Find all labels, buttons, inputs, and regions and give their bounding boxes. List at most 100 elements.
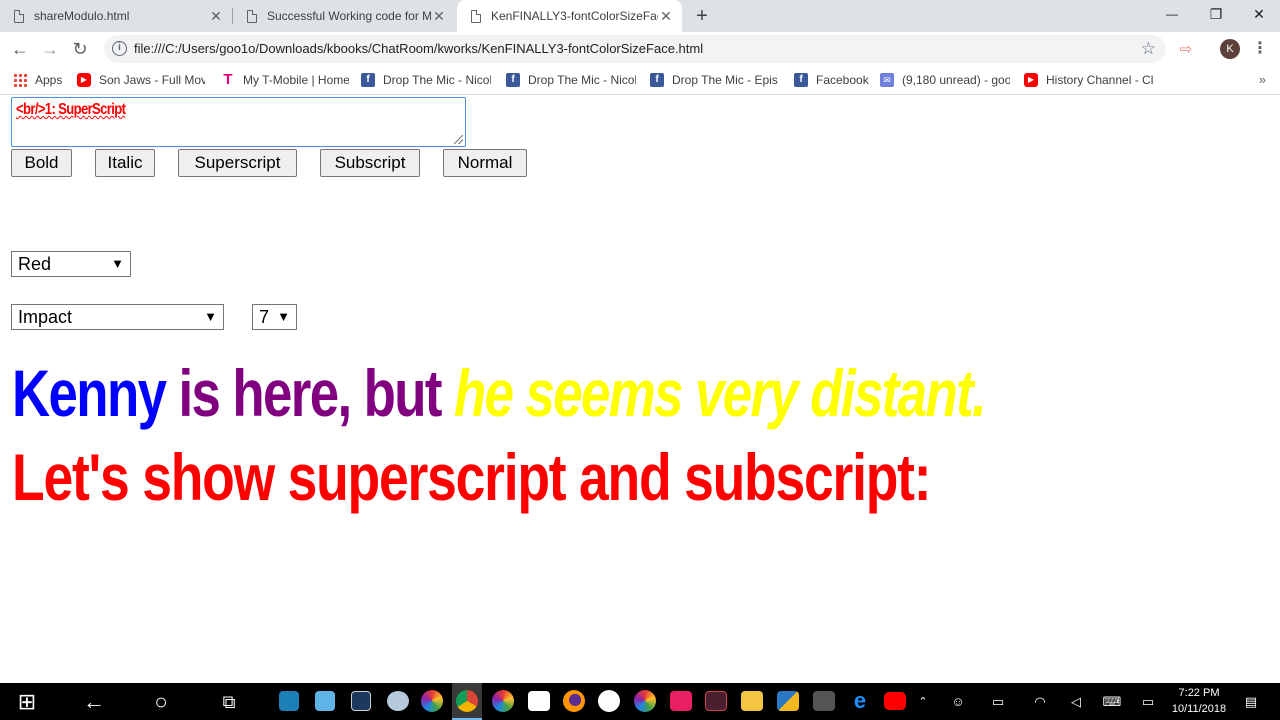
address-bar[interactable]: i file:///C:/Users/goo1o/Downloads/kbook… xyxy=(104,35,1166,63)
bookmark-drop-the-mic-3[interactable]: f Drop The Mic - Episo xyxy=(650,70,778,90)
app-icon[interactable] xyxy=(598,690,620,712)
preview-blue-text: Kenny xyxy=(12,356,167,430)
tab-successful-working-code[interactable]: Successful Working code for Med ✕ xyxy=(233,0,455,32)
dropdown-arrow-icon: ▼ xyxy=(277,309,290,324)
bookmarks-bar: Apps ▶ Son Jaws - Full Movie T My T-Mobi… xyxy=(0,65,1280,95)
chrome-icon[interactable] xyxy=(456,690,478,712)
people-icon[interactable]: ☺ xyxy=(948,687,968,717)
editor-text[interactable]: <br/>1: SuperScript xyxy=(16,101,126,119)
task-view-button[interactable]: ⧉ xyxy=(214,687,244,717)
more-bookmarks-icon[interactable]: » xyxy=(1259,70,1266,90)
bookmark-label: Facebook xyxy=(816,73,869,87)
back-button[interactable]: ← xyxy=(7,36,33,62)
superscript-button[interactable]: Superscript xyxy=(178,149,297,177)
bookmark-facebook[interactable]: f Facebook xyxy=(794,70,870,90)
bookmark-son-jaws[interactable]: ▶ Son Jaws - Full Movie xyxy=(77,70,205,90)
display-icon[interactable]: ▭ xyxy=(1138,687,1158,717)
document-icon xyxy=(247,9,257,23)
paint-icon[interactable] xyxy=(387,691,409,711)
new-tab-button[interactable]: + xyxy=(691,4,713,28)
app-icon[interactable] xyxy=(705,691,727,711)
start-button[interactable]: ⊞ xyxy=(12,687,42,717)
tab-strip: shareModulo.html ✕ Successful Working co… xyxy=(0,0,1280,32)
bookmark-history-channel[interactable]: ▶ History Channel - Cla xyxy=(1024,70,1154,90)
wifi-icon[interactable]: ◠ xyxy=(1030,687,1050,717)
preview-line-1: Kenny is here, but he seems very distant… xyxy=(12,356,987,430)
bookmark-label: My T-Mobile | Home xyxy=(243,73,349,87)
volume-icon[interactable]: ◁ xyxy=(1066,687,1086,717)
clock-date: 10/11/2018 xyxy=(1171,703,1227,715)
browser-toolbar: ← → ↻ i file:///C:/Users/goo1o/Downloads… xyxy=(0,32,1280,65)
close-icon[interactable]: ✕ xyxy=(658,8,674,25)
clock[interactable]: 7:22 PM 10/11/2018 xyxy=(1167,685,1231,717)
menu-icon[interactable]: ⋮ xyxy=(1252,38,1268,60)
color-select[interactable]: Red ▼ xyxy=(11,251,131,277)
tab-sharemodulo[interactable]: shareModulo.html ✕ xyxy=(0,0,232,32)
file-explorer-icon[interactable] xyxy=(741,691,763,711)
photos-icon[interactable] xyxy=(634,690,656,712)
bookmark-label: Drop The Mic - Nicol xyxy=(528,73,636,87)
bookmark-tmobile[interactable]: T My T-Mobile | Home xyxy=(221,70,349,90)
italic-button[interactable]: Italic xyxy=(95,149,155,177)
url-text[interactable]: file:///C:/Users/goo1o/Downloads/kbooks/… xyxy=(134,35,703,63)
bookmark-label: Drop The Mic - Nicol xyxy=(383,73,491,87)
tab-kenfinally3[interactable]: KenFINALLY3-fontColorSizeFace.h ✕ xyxy=(457,0,682,32)
taskbar: ⊞ ← ○ ⧉ e ⌃ ☺ ▭ ◠ ◁ ⌨ ▭ 7:22 PM 10/11/20… xyxy=(0,683,1280,720)
screen: shareModulo.html ✕ Successful Working co… xyxy=(0,0,1280,720)
taskbar-back-button[interactable]: ← xyxy=(79,687,109,717)
avatar[interactable]: K xyxy=(1220,39,1240,59)
app-icon[interactable] xyxy=(279,691,299,711)
action-center-icon[interactable]: ▤ xyxy=(1240,687,1262,717)
restore-button[interactable]: ❐ xyxy=(1194,0,1238,28)
keyboard-icon[interactable]: ⌨ xyxy=(1099,687,1125,717)
clock-time: 7:22 PM xyxy=(1178,687,1220,699)
bookmark-apps[interactable]: Apps xyxy=(13,70,73,90)
app-icon[interactable] xyxy=(777,691,799,711)
photos-icon[interactable] xyxy=(421,690,443,712)
app-icon[interactable] xyxy=(670,691,692,711)
tmobile-icon: T xyxy=(223,71,233,88)
dropdown-arrow-icon: ▼ xyxy=(204,309,217,324)
resize-handle-icon[interactable] xyxy=(454,135,463,144)
youtube-icon[interactable] xyxy=(884,692,906,710)
bookmark-drop-the-mic-2[interactable]: f Drop The Mic - Nicol xyxy=(506,70,636,90)
editor-textarea[interactable]: <br/>1: SuperScript xyxy=(11,97,466,147)
bookmark-label: History Channel - Cla xyxy=(1046,73,1154,87)
info-icon[interactable]: i xyxy=(112,41,127,56)
video-editor-icon[interactable] xyxy=(813,691,835,711)
close-icon[interactable]: ✕ xyxy=(208,8,224,25)
youtube-icon: ▶ xyxy=(77,73,91,87)
show-hidden-icons-icon[interactable]: ⌃ xyxy=(916,687,930,717)
tab-title: shareModulo.html xyxy=(34,9,130,23)
close-window-button[interactable]: ✕ xyxy=(1237,0,1280,28)
bookmark-star-icon[interactable]: ☆ xyxy=(1141,35,1156,63)
reload-button[interactable]: ↻ xyxy=(67,36,93,62)
font-size-select-value: 7 xyxy=(259,307,270,327)
apps-icon xyxy=(13,73,27,87)
cortana-button[interactable]: ○ xyxy=(146,687,176,717)
bookmark-drop-the-mic-1[interactable]: f Drop The Mic - Nicol xyxy=(361,70,491,90)
photos-icon[interactable] xyxy=(492,690,514,712)
camera-icon[interactable] xyxy=(528,691,550,711)
minimize-button[interactable]: — xyxy=(1150,0,1194,28)
firefox-icon[interactable] xyxy=(563,690,585,712)
subscript-button[interactable]: Subscript xyxy=(320,149,420,177)
bookmark-mail[interactable]: ✉ (9,180 unread) - goo xyxy=(880,70,1010,90)
extension-icon[interactable]: ⇨ xyxy=(1176,40,1196,58)
normal-button[interactable]: Normal xyxy=(443,149,527,177)
document-icon xyxy=(14,9,24,23)
font-face-select[interactable]: Impact ▼ xyxy=(11,304,224,330)
tablet-icon[interactable]: ▭ xyxy=(988,687,1008,717)
forward-button[interactable]: → xyxy=(37,36,63,62)
edge-icon[interactable]: e xyxy=(849,690,871,712)
mail-icon: ✉ xyxy=(880,73,894,87)
bookmark-label: Apps xyxy=(35,73,63,87)
color-select-value: Red xyxy=(18,254,52,274)
preview-purple-text: is here, but xyxy=(165,356,454,430)
font-size-select[interactable]: 7 ▼ xyxy=(252,304,297,330)
notepad-icon[interactable] xyxy=(315,691,335,711)
bold-button[interactable]: Bold xyxy=(11,149,72,177)
close-icon[interactable]: ✕ xyxy=(431,8,447,25)
font-face-select-value: Impact xyxy=(18,307,73,327)
app-icon[interactable] xyxy=(351,691,371,711)
